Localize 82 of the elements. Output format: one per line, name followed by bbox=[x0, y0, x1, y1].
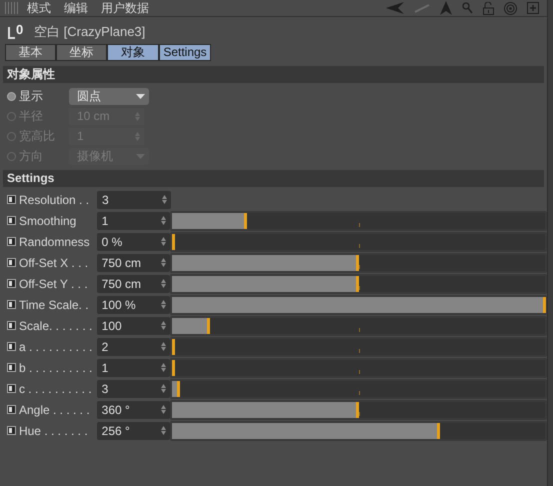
slider-fill[interactable] bbox=[172, 276, 360, 292]
property-label: 显示 bbox=[19, 88, 44, 105]
number-field[interactable]: 360 ° bbox=[96, 400, 170, 418]
section-header: Settings bbox=[3, 170, 544, 187]
keyframe-icon[interactable] bbox=[7, 300, 16, 309]
stepper-icon bbox=[161, 300, 166, 309]
stepper-icon bbox=[161, 405, 166, 414]
menu-item[interactable]: 模式 bbox=[27, 0, 51, 17]
caret-icon bbox=[136, 154, 145, 158]
property-label: b . . . . . . . . . . bbox=[18, 360, 94, 376]
property-label: Time Scale. . bbox=[18, 296, 90, 314]
keyframe-icon[interactable] bbox=[7, 279, 16, 288]
stepper-icon bbox=[161, 279, 166, 288]
stepper-icon bbox=[161, 384, 166, 393]
stepper-icon bbox=[161, 342, 166, 351]
grip-icon[interactable] bbox=[5, 2, 19, 14]
tab[interactable]: 坐标 bbox=[56, 44, 107, 61]
keyframe-icon[interactable] bbox=[7, 342, 16, 351]
caret-icon bbox=[136, 94, 145, 98]
keyframe-icon[interactable] bbox=[7, 237, 16, 246]
property-label: Off-Set Y . . . bbox=[18, 276, 89, 292]
number-field[interactable]: 100 % bbox=[96, 296, 170, 314]
property-label: Scale. . . . . . . bbox=[18, 318, 94, 334]
number-field[interactable]: 100 bbox=[96, 316, 170, 334]
slider-fill[interactable] bbox=[172, 254, 360, 270]
add-icon[interactable] bbox=[527, 2, 539, 14]
menu-item[interactable]: 用户数据 bbox=[101, 0, 149, 17]
menu-item[interactable]: 编辑 bbox=[64, 0, 88, 17]
slider-fill[interactable] bbox=[172, 360, 176, 376]
number-field[interactable]: 750 cm bbox=[96, 254, 170, 272]
slider-fill[interactable] bbox=[172, 402, 360, 418]
stepper-icon bbox=[161, 216, 166, 225]
animate-radio[interactable] bbox=[7, 92, 16, 100]
search-icon[interactable] bbox=[462, 2, 473, 14]
number-field[interactable]: 2 bbox=[96, 338, 170, 356]
stepper-icon bbox=[161, 363, 166, 372]
slider-fill[interactable] bbox=[172, 212, 248, 228]
stepper-icon bbox=[161, 426, 166, 435]
keyframe-icon[interactable] bbox=[7, 405, 16, 414]
number-field[interactable]: 256 ° bbox=[96, 422, 170, 440]
tab[interactable]: 对象 bbox=[107, 44, 159, 61]
property-label: Hue . . . . . . . bbox=[18, 422, 89, 440]
slider-fill[interactable] bbox=[172, 380, 180, 396]
target-icon[interactable] bbox=[504, 2, 517, 14]
keyframe-icon[interactable] bbox=[7, 258, 16, 267]
number-field[interactable]: 0 % bbox=[96, 232, 170, 250]
dropdown[interactable]: 圆点 bbox=[69, 88, 149, 104]
number-field[interactable]: 1 bbox=[96, 358, 170, 376]
slider-fill[interactable] bbox=[172, 318, 210, 334]
number-field[interactable]: 3 bbox=[96, 380, 170, 398]
keyframe-icon[interactable] bbox=[7, 195, 16, 204]
keyframe-icon[interactable] bbox=[7, 363, 16, 372]
keyframe-icon[interactable] bbox=[7, 384, 16, 393]
number-field[interactable]: 1 bbox=[96, 212, 170, 230]
stepper-icon bbox=[135, 132, 140, 140]
property-label: Resolution . . bbox=[19, 192, 90, 208]
slider-fill[interactable] bbox=[172, 234, 176, 250]
keyframe-icon[interactable] bbox=[7, 426, 16, 435]
back-arrow-icon[interactable] bbox=[386, 2, 404, 14]
number-field[interactable]: 750 cm bbox=[96, 274, 170, 292]
stepper-icon bbox=[161, 258, 166, 267]
lock-icon[interactable] bbox=[483, 2, 494, 14]
stepper-icon bbox=[135, 112, 140, 120]
slider-fill[interactable] bbox=[172, 338, 176, 354]
section-header: 对象属性 bbox=[3, 66, 544, 83]
property-label: Smoothing bbox=[18, 212, 78, 230]
stepper-icon bbox=[162, 195, 167, 204]
property-label: Off-Set X . . . bbox=[18, 254, 90, 272]
keyframe-icon[interactable] bbox=[7, 216, 16, 225]
tab[interactable]: Settings bbox=[159, 44, 211, 61]
number-field[interactable]: 3 bbox=[97, 190, 171, 208]
property-label: Randomness bbox=[18, 234, 91, 250]
property-label: Angle . . . . . . bbox=[18, 402, 91, 418]
stepper-icon bbox=[161, 237, 166, 246]
property-label: a . . . . . . . . . . bbox=[18, 338, 94, 356]
property-label: c . . . . . . . . . . bbox=[18, 380, 93, 398]
keyframe-icon[interactable] bbox=[7, 321, 16, 330]
tab[interactable]: 基本 bbox=[5, 44, 56, 61]
stepper-icon bbox=[161, 321, 166, 330]
up-arrow-icon[interactable] bbox=[440, 1, 452, 15]
object-title: 空白 [CrazyPlane3] bbox=[34, 23, 146, 42]
slider-fill[interactable] bbox=[172, 422, 440, 438]
